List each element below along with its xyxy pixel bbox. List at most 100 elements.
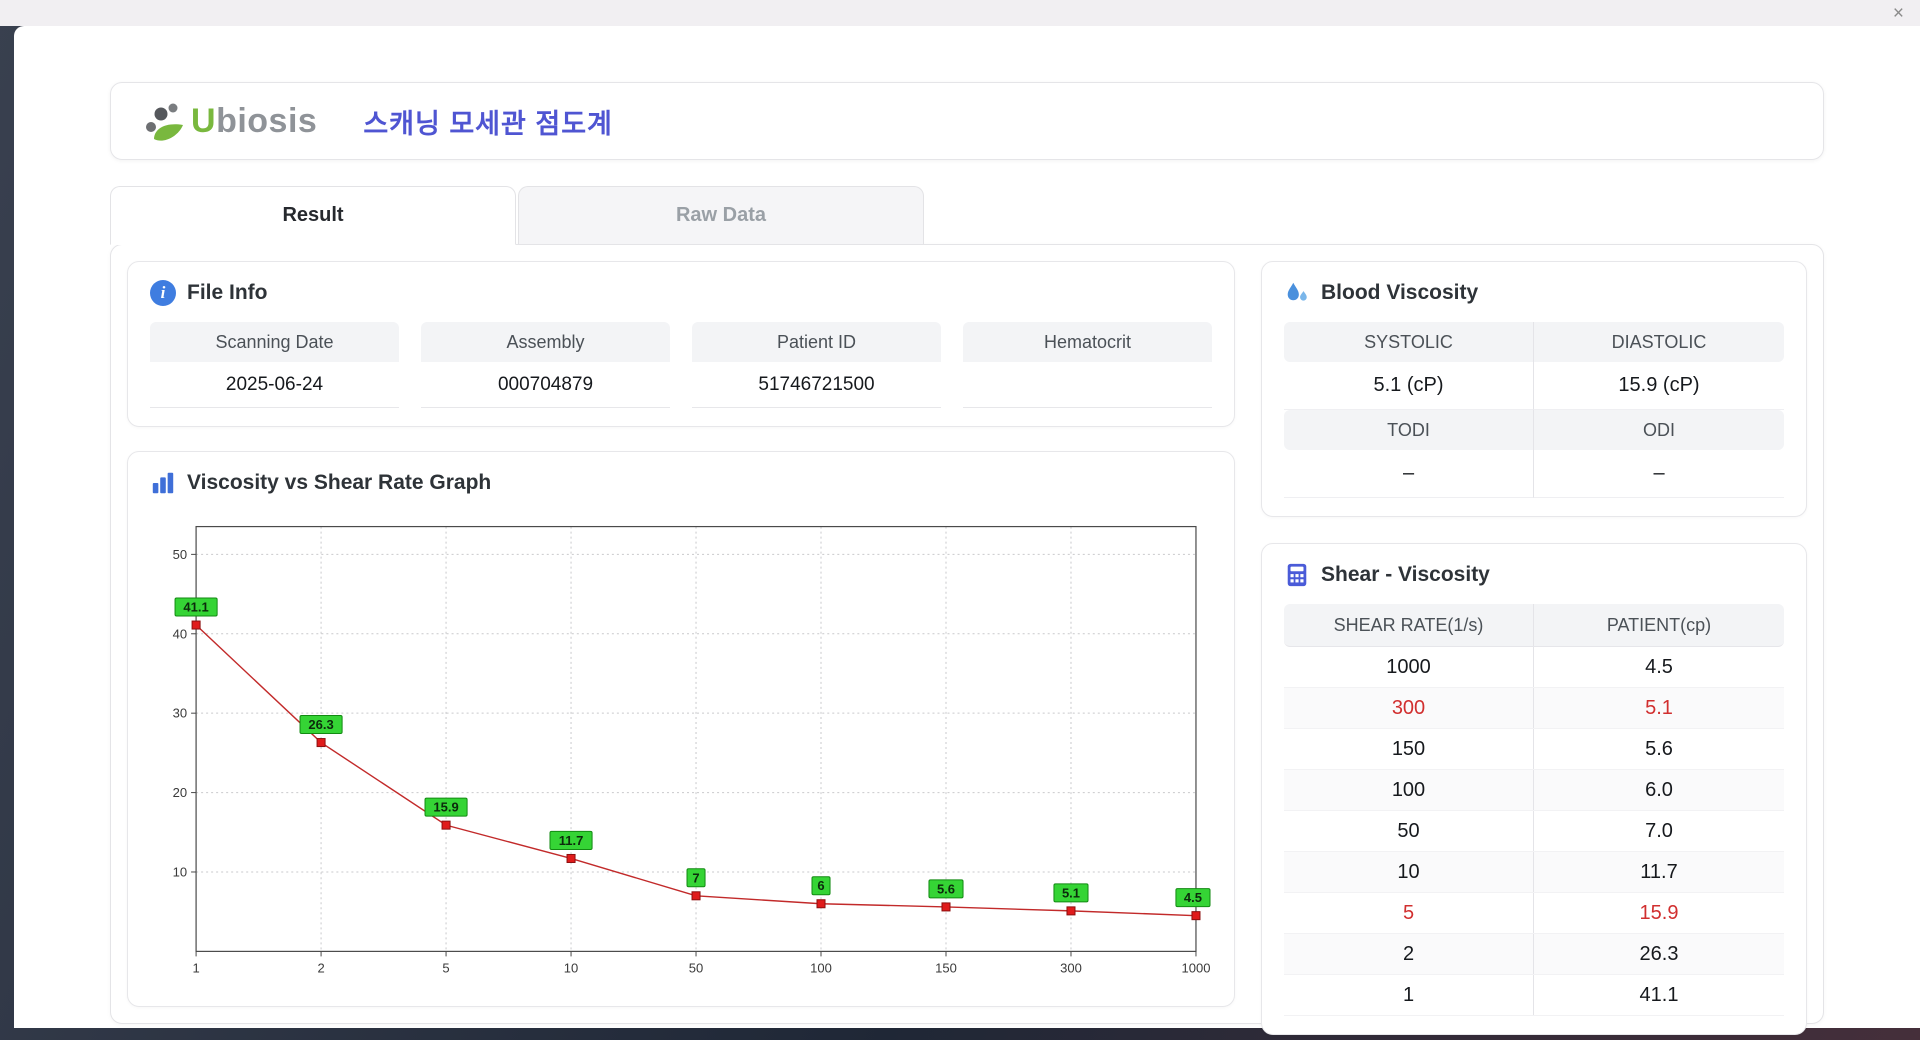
right-column: Blood Viscosity SYSTOLIC DIASTOLIC 5.1 (… [1261,261,1807,1035]
app-window: Ubiosis 스캐닝 모세관 점도계 Result Raw Data i Fi… [14,26,1920,1035]
field-assembly: Assembly 000704879 [421,322,670,408]
patient-viscosity-cell: 5.1 [1645,696,1673,719]
ubiosis-logo: Ubiosis [141,100,317,142]
shear-rate-cell: 100 [1284,770,1534,810]
blood-viscosity-card: Blood Viscosity SYSTOLIC DIASTOLIC 5.1 (… [1261,261,1807,517]
systolic-label: SYSTOLIC [1284,322,1534,362]
todi-odi-value-row: – – [1284,450,1784,498]
shear-rate-cell: 1 [1284,975,1534,1015]
shear-rate-cell: 50 [1284,811,1534,851]
svg-text:15.9: 15.9 [433,800,458,815]
shear-table-row: 2 26.3 [1284,934,1784,975]
svg-text:5: 5 [442,960,449,975]
svg-text:50: 50 [689,960,703,975]
svg-text:10: 10 [173,864,187,879]
page-title: 스캐닝 모세관 점도계 [363,108,613,139]
tab-bar: Result Raw Data [110,186,1824,245]
field-hematocrit: Hematocrit [963,322,1212,408]
blood-viscosity-title: Blood Viscosity [1321,281,1479,304]
shear-table-body: 1000 4.5 300 5.1 150 5.6 100 6.0 50 7.0 10 11.7 5 15.… [1284,647,1784,1016]
droplet-icon [1287,282,1307,301]
shear-viscosity-title: Shear - Viscosity [1321,563,1490,586]
field-label: Assembly [421,322,670,362]
svg-text:5.6: 5.6 [937,881,955,896]
patient-viscosity-cell: 4.5 [1645,655,1673,678]
todi-value: – [1284,450,1534,498]
patient-viscosity-cell: 6.0 [1645,778,1673,801]
field-value: 000704879 [421,362,670,408]
svg-text:5.1: 5.1 [1062,885,1080,900]
shear-table-row: 10 11.7 [1284,852,1784,893]
blood-viscosity-value-row: 5.1 (cP) 15.9 (cP) [1284,362,1784,410]
patient-viscosity-cell: 7.0 [1645,819,1673,842]
field-value: 2025-06-24 [150,362,399,408]
field-label: Hematocrit [963,322,1212,362]
logo-text-u: U [191,101,217,140]
svg-text:1: 1 [192,960,199,975]
svg-text:2: 2 [317,960,324,975]
svg-text:11.7: 11.7 [559,833,584,848]
graph-title: Viscosity vs Shear Rate Graph [187,471,492,494]
svg-text:4.5: 4.5 [1184,890,1202,905]
window-close-button[interactable]: × [1893,4,1904,23]
shear-rate-cell: 5 [1284,893,1534,933]
shear-table-row: 100 6.0 [1284,770,1784,811]
file-info-card: i File Info Scanning Date 2025-06-24 Ass… [127,261,1235,427]
patient-viscosity-cell: 26.3 [1639,942,1679,965]
svg-text:150: 150 [935,960,957,975]
field-value [963,362,1212,408]
patient-column-header: PATIENT(cp) [1606,614,1712,635]
blood-viscosity-header-row: SYSTOLIC DIASTOLIC [1284,322,1784,362]
window-titlebar: × [0,0,1920,26]
svg-text:41.1: 41.1 [183,600,208,615]
logo-text: Ubiosis [191,102,317,141]
shear-table-row: 150 5.6 [1284,729,1784,770]
svg-text:1000: 1000 [1181,960,1210,975]
field-label: Scanning Date [150,322,399,362]
svg-text:26.3: 26.3 [308,717,333,732]
svg-text:50: 50 [173,547,187,562]
odi-value: – [1534,450,1784,498]
field-value: 51746721500 [692,362,941,408]
shear-rate-cell: 300 [1284,688,1534,728]
svg-text:6: 6 [817,878,824,893]
shear-table-row: 1000 4.5 [1284,647,1784,688]
logo-text-rest: biosis [216,101,318,140]
diastolic-label: DIASTOLIC [1611,331,1707,352]
shear-viscosity-table: SHEAR RATE(1/s) PATIENT(cp) 1000 4.5 300 5.… [1284,604,1784,1016]
shear-table-row: 1 41.1 [1284,975,1784,1016]
bar-chart-icon [152,472,174,494]
tab-raw-data[interactable]: Raw Data [518,186,924,244]
file-info-fields: Scanning Date 2025-06-24 Assembly 000704… [150,322,1212,408]
shear-rate-cell: 10 [1284,852,1534,892]
todi-odi-header-row: TODI ODI [1284,410,1784,450]
left-column: i File Info Scanning Date 2025-06-24 Ass… [127,261,1235,1007]
patient-viscosity-cell: 11.7 [1640,860,1678,883]
todi-label: TODI [1284,410,1534,450]
shear-table-row: 5 15.9 [1284,893,1784,934]
shear-rate-cell: 150 [1284,729,1534,769]
diastolic-value: 15.9 (cP) [1534,362,1784,410]
shear-viscosity-card: Shear - Viscosity SHEAR RATE(1/s) PATIEN… [1261,543,1807,1035]
blood-viscosity-title-row: Blood Viscosity [1284,280,1784,306]
svg-text:7: 7 [692,870,699,885]
field-label: Patient ID [692,322,941,362]
shear-table-header-row: SHEAR RATE(1/s) PATIENT(cp) [1284,604,1784,647]
file-info-title: File Info [187,281,268,304]
systolic-value: 5.1 (cP) [1284,362,1534,410]
app-header: Ubiosis 스캐닝 모세관 점도계 [110,82,1824,160]
patient-viscosity-cell: 15.9 [1639,901,1679,924]
shear-table-row: 50 7.0 [1284,811,1784,852]
svg-text:30: 30 [173,706,187,721]
patient-viscosity-cell: 5.6 [1645,737,1673,760]
tab-result[interactable]: Result [110,186,516,245]
shear-viscosity-title-row: Shear - Viscosity [1284,562,1784,588]
field-scanning-date: Scanning Date 2025-06-24 [150,322,399,408]
viscosity-chart: 10 20 30 40 50 1 2 5 10 50 100 150 300 1000 41.1 26.3 15… [173,525,1211,975]
odi-label: ODI [1642,419,1675,440]
svg-text:10: 10 [564,960,578,975]
patient-viscosity-cell: 41.1 [1639,983,1679,1006]
info-icon: i [150,280,176,306]
shear-rate-cell: 1000 [1284,647,1534,687]
calculator-icon [1287,563,1307,587]
